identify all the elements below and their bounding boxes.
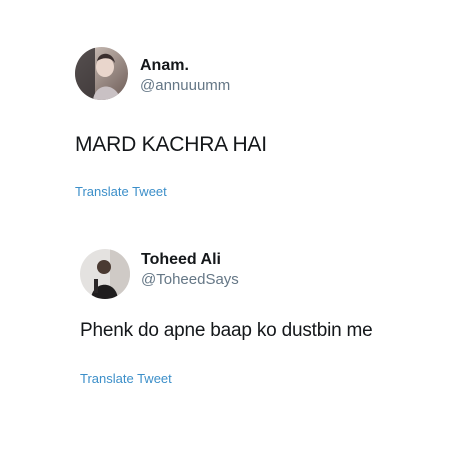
profile-photo-icon (80, 249, 130, 299)
avatar[interactable] (75, 47, 128, 100)
profile-photo-icon (75, 47, 128, 100)
avatar[interactable] (80, 249, 130, 299)
user-handle[interactable]: @annuuumm (140, 77, 230, 94)
translate-tweet-link[interactable]: Translate Tweet (75, 184, 167, 199)
display-name[interactable]: Toheed Ali (141, 251, 221, 269)
translate-tweet-link[interactable]: Translate Tweet (80, 371, 172, 386)
tweet-1: Anam. @annuuumm MARD KACHRA HAI Translat… (0, 0, 450, 215)
tweet-2: Toheed Ali @ToheedSays Phenk do apne baa… (0, 215, 450, 450)
user-handle[interactable]: @ToheedSays (141, 271, 239, 288)
tweet-text: MARD KACHRA HAI (75, 133, 267, 156)
display-name[interactable]: Anam. (140, 57, 189, 75)
tweet-text: Phenk do apne baap ko dustbin me (80, 320, 373, 341)
